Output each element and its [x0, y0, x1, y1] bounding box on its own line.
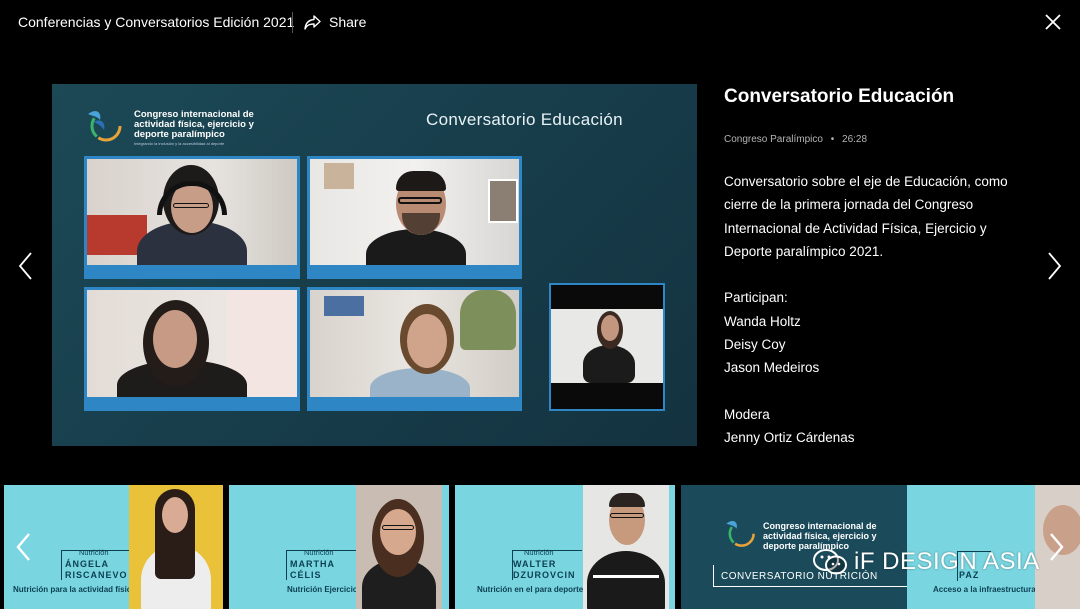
speaker-photo [356, 485, 442, 609]
previous-video-button[interactable] [14, 250, 38, 282]
chevron-left-icon [18, 252, 32, 280]
wechat-icon [813, 549, 847, 575]
speaker-last-name: DZUROVCIN [513, 570, 576, 580]
carousel-card[interactable]: Nutrición ÁNGELA RISCANEVO Nutrición par… [4, 485, 223, 609]
card-speaker-name: ÁNGELA RISCANEVO [65, 559, 128, 581]
participants-heading: Participan: [724, 290, 788, 306]
carousel-card[interactable]: Nutrición MARTHA CÉLIS Nutrición Ejercic… [229, 485, 449, 609]
video-description: Conversatorio sobre el eje de Educación,… [724, 170, 1024, 450]
speaker-first-name: WALTER [513, 559, 557, 569]
congress-logo [88, 110, 122, 142]
share-label: Share [329, 14, 367, 30]
moderator-heading: Modera [724, 406, 770, 422]
card-speaker-name: WALTER DZUROVCIN [513, 559, 576, 581]
video-overlay-title: Conversatorio Educación [426, 110, 623, 129]
share-icon [304, 14, 321, 30]
congress-logo [726, 520, 755, 547]
card-topic: Nutrición para la actividad física [13, 585, 136, 594]
related-videos-carousel: Nutrición ÁNGELA RISCANEVO Nutrición par… [0, 485, 1080, 609]
next-video-button[interactable] [1042, 250, 1066, 282]
description-line: Deporte paralímpico 2021. [724, 243, 884, 259]
video-meta: Congreso Paralímpico • 26:28 [724, 134, 867, 145]
carousel-previous-button[interactable] [12, 531, 36, 563]
video-title: Conversatorio Educación [724, 86, 955, 107]
carousel-next-button[interactable] [1044, 531, 1068, 563]
header-divider [292, 12, 293, 33]
carousel-card[interactable]: Congreso internacional de actividad físi… [681, 485, 907, 609]
participant-name: Deisy Coy [724, 337, 786, 353]
share-button[interactable]: Share [304, 10, 366, 34]
speaker-first-name: ÁNGELA [65, 559, 109, 569]
card-category: Nutrición [304, 548, 334, 557]
carousel-card[interactable]: Nutrición WALTER DZUROVCIN Nutrición en … [455, 485, 675, 609]
participant-video-tile [84, 287, 300, 411]
moderator-name: Jenny Ortiz Cárdenas [724, 430, 855, 446]
video-category: Congreso Paralímpico [724, 134, 823, 145]
speaker-photo [129, 485, 223, 609]
description-line: cierre de la primera jornada del Congres… [724, 197, 974, 213]
card-topic: Nutrición Ejercicio [287, 585, 358, 594]
sign-language-interpreter-tile [549, 283, 665, 411]
video-duration: 26:28 [842, 134, 868, 145]
card-speaker-name: MARTHA CÉLIS [290, 559, 335, 581]
card-category: Nutrición [524, 548, 554, 557]
chevron-right-icon [1050, 533, 1064, 561]
description-line: Internacional de Actividad Física, Ejerc… [724, 220, 987, 236]
watermark: iF DESIGN ASIA [812, 548, 1040, 576]
congress-logo-text: Congreso internacional de actividad físi… [134, 109, 254, 140]
close-icon [1045, 14, 1061, 30]
card-category: Nutrición [79, 548, 109, 557]
watermark-text: iF DESIGN ASIA [854, 548, 1040, 575]
card-logo-text: Congreso internacional de actividad físi… [763, 521, 877, 551]
participant-video-tile [307, 287, 522, 411]
close-button[interactable] [1043, 12, 1063, 32]
video-details-panel: Conversatorio Educación Congreso Paralím… [724, 86, 1044, 445]
meta-separator: • [830, 134, 835, 145]
speaker-photo [583, 485, 669, 609]
top-bar: Conferencias y Conversatorios Edición 20… [0, 0, 1080, 46]
speaker-first-name: MARTHA [290, 559, 335, 569]
participant-video-tile [84, 156, 300, 279]
participant-video-tile [307, 156, 522, 279]
speaker-last-name: RISCANEVO [65, 570, 128, 580]
card-topic: Nutrición en el para deporte [477, 585, 584, 594]
speaker-last-name: CÉLIS [290, 570, 322, 580]
card-topic: Acceso a la infraestructura [933, 585, 1036, 594]
congress-logo-subtext: Integrando la inclusión y la accesibilid… [134, 141, 225, 146]
video-player[interactable]: Congreso internacional de actividad físi… [52, 84, 697, 446]
participant-name: Wanda Holtz [724, 313, 801, 329]
chevron-left-icon [16, 533, 30, 561]
chevron-right-icon [1048, 252, 1062, 280]
collection-title: Conferencias y Conversatorios Edición 20… [18, 14, 295, 30]
description-line: Conversatorio sobre el eje de Educación,… [724, 174, 1008, 189]
participant-name: Jason Medeiros [724, 360, 820, 376]
